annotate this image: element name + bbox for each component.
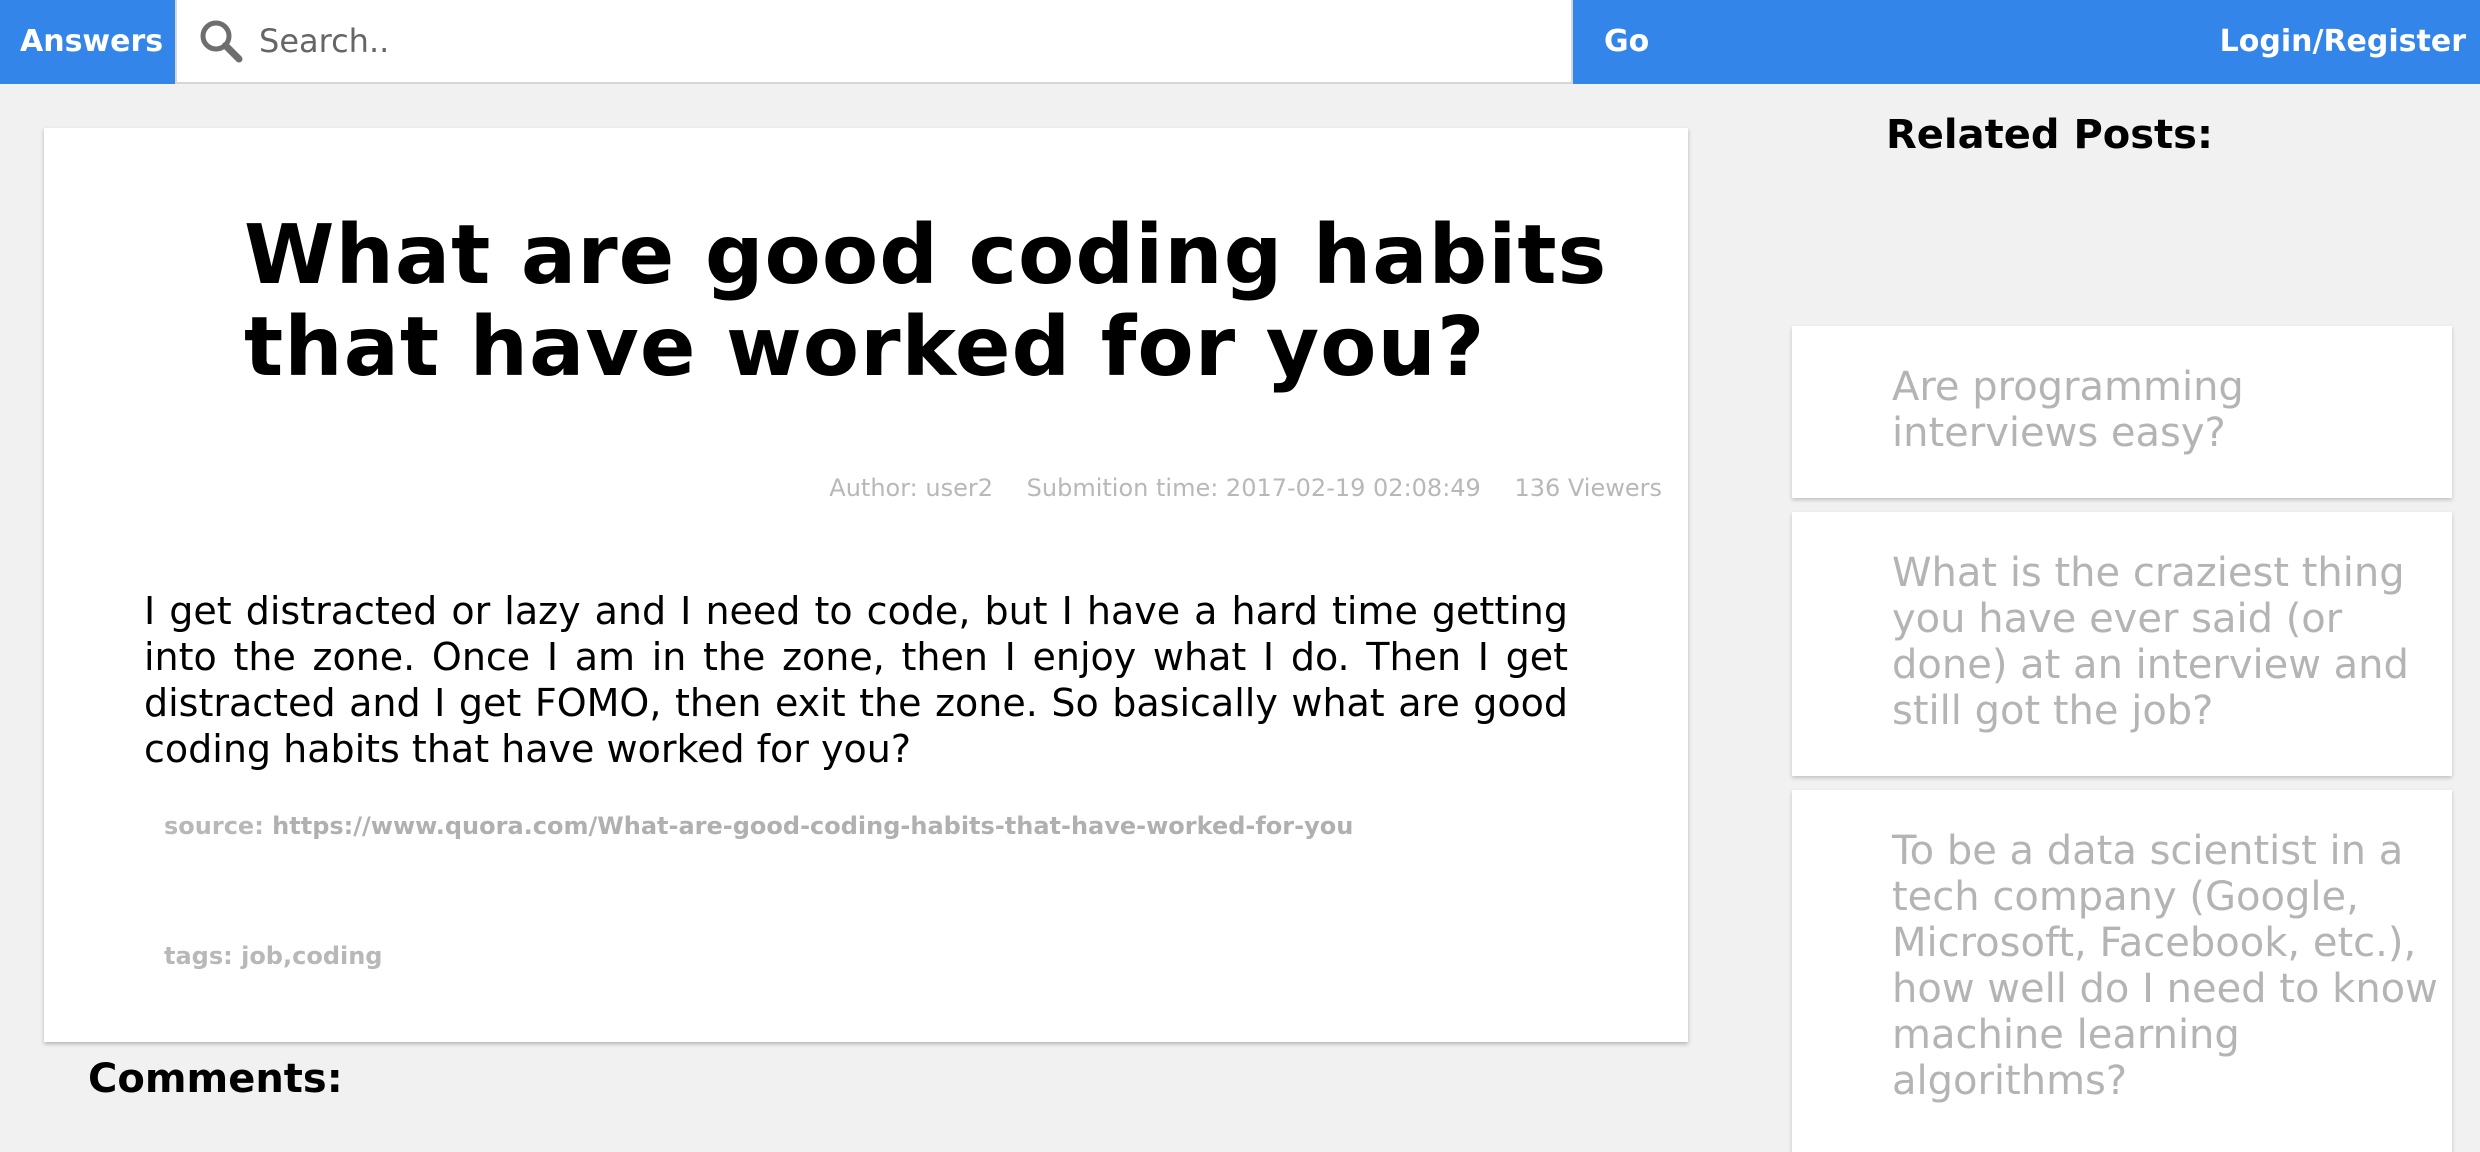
post-meta: Author: user2 Submition time: 2017-02-19… [803, 474, 1662, 502]
related-post-card[interactable]: Are programming interviews easy? [1792, 326, 2452, 498]
related-post-title[interactable]: Are programming interviews easy? [1892, 364, 2444, 456]
post-author: Author: user2 [829, 474, 994, 502]
go-button[interactable]: Go [1604, 0, 1649, 84]
related-post-card[interactable]: What is the craziest thing you have ever… [1792, 512, 2452, 776]
brand-link[interactable]: Answers [20, 0, 163, 84]
post-view-count: 136 Viewers [1514, 474, 1662, 502]
post-card: What are good coding habits that have wo… [44, 128, 1688, 1042]
post-body: I get distracted or lazy and I need to c… [144, 589, 1568, 771]
related-post-title[interactable]: To be a data scientist in a tech company… [1892, 828, 2444, 1104]
search-input[interactable] [259, 11, 1539, 71]
post-submission-time: Submition time: 2017-02-19 02:08:49 [1026, 474, 1481, 502]
related-post-card[interactable]: To be a data scientist in a tech company… [1792, 790, 2452, 1152]
related-posts-heading: Related Posts: [1886, 112, 2213, 158]
top-navbar: Answers Go Login/Register [0, 0, 2480, 84]
search-icon[interactable] [197, 17, 245, 65]
login-register-link[interactable]: Login/Register [2220, 0, 2466, 84]
post-title: What are good coding habits that have wo… [244, 208, 1608, 395]
comments-heading: Comments: [88, 1056, 343, 1102]
post-source: source: https://www.quora.com/What-are-g… [164, 812, 1353, 840]
source-link[interactable]: https://www.quora.com/What-are-good-codi… [272, 812, 1353, 840]
post-tags: tags: job,coding [164, 942, 383, 970]
search-box[interactable] [175, 0, 1573, 84]
related-post-title[interactable]: What is the craziest thing you have ever… [1892, 550, 2444, 734]
source-label: source: [164, 812, 264, 840]
